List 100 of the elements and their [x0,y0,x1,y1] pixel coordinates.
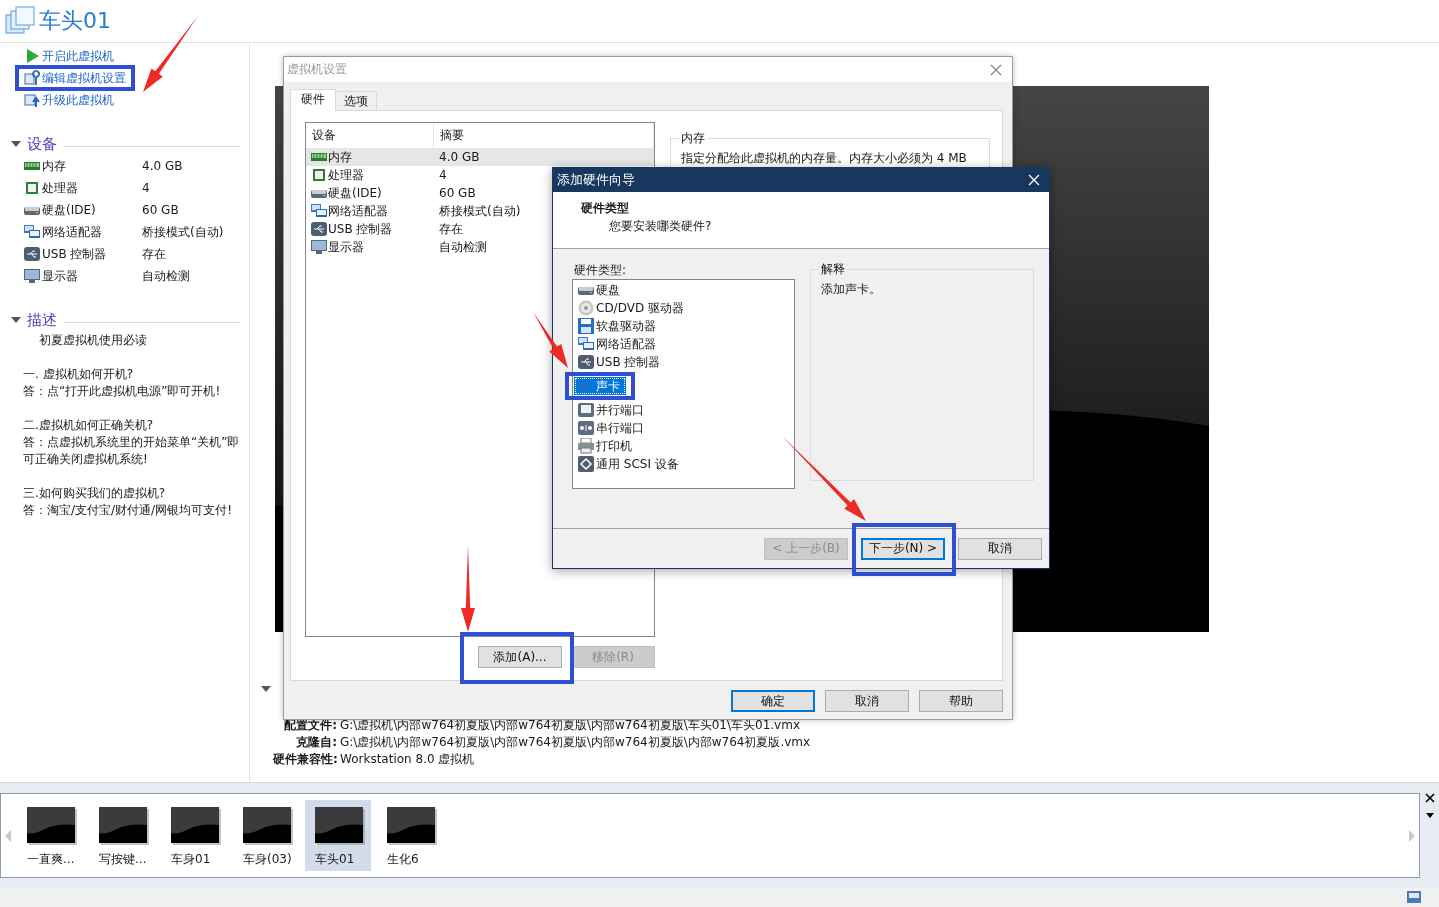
wrench-icon [24,70,40,86]
device-name: 网络适配器 [42,223,102,241]
device-value: 存在 [142,245,167,263]
expander-icon[interactable] [261,686,271,692]
vm-tab[interactable]: 车头01 [305,800,371,871]
device-value: 自动检测 [142,267,191,285]
device-name: USB 控制器 [328,220,393,238]
chip-icon [311,167,327,183]
device-summary: 60 GB [439,186,476,200]
vm-tab[interactable]: 一直爽... [17,800,83,871]
device-value: 60 GB [142,203,180,217]
monitor-icon [24,268,40,284]
device-name: 内存 [42,157,66,175]
device-summary: 4.0 GB [439,150,480,164]
button[interactable]: 取消 [958,537,1042,560]
device-name: 内存 [328,148,352,166]
vm-tab[interactable]: 写按键... [89,800,155,871]
vm-tab[interactable]: 车身01 [161,800,227,871]
usb-icon [24,246,40,262]
button[interactable]: 取消 [825,690,909,712]
chip-icon [24,180,40,196]
expander-icon[interactable] [11,141,21,147]
tab[interactable]: 选项 [335,91,377,110]
list-item[interactable]: CD/DVD 驱动器 [574,299,690,317]
list-item[interactable]: 网络适配器 [574,335,662,353]
device-name: 显示器 [328,238,364,256]
upgrade-icon [24,92,40,108]
vm-thumbnail [243,807,293,845]
vm-thumbnail [387,807,437,845]
dialog-title: 添加硬件向导 [557,171,635,189]
section-title: 描述 [27,310,57,330]
dialog-title: 虚拟机设置 [287,61,347,78]
button[interactable]: 确定 [731,690,815,712]
wizard-heading: 硬件类型 [581,200,630,216]
network-icon [311,203,327,219]
device-name: 显示器 [42,267,78,285]
vm-tab[interactable]: 生化6 [377,800,443,871]
description-caption: 初夏虚拟机使用必读 [38,332,148,349]
vm-thumbnail [171,807,221,845]
network-icon [578,336,594,352]
action-link[interactable]: 开启此虚拟机 [24,48,114,64]
group-text: 添加声卡。 [821,282,882,296]
expander-icon[interactable] [11,317,21,323]
network-icon [24,224,40,240]
tab[interactable]: 硬件 [290,89,336,111]
device-name: 硬盘(IDE) [328,184,382,202]
device-name: 处理器 [328,166,364,184]
floppy-icon [578,318,594,334]
dropdown-icon[interactable] [1425,813,1434,818]
message-log-icon[interactable] [1407,891,1421,903]
group-title: 内存 [680,130,706,147]
action-link[interactable]: 升级此虚拟机 [24,92,114,108]
button[interactable]: 帮助 [919,690,1003,712]
group-text: 指定分配给此虚拟机的内存量。内存大小必须为 4 MB [681,151,968,165]
list-item[interactable]: 打印机 [574,437,638,455]
device-value: 4.0 GB [142,159,184,173]
list-item[interactable]: USB 控制器 [574,353,667,371]
group-title: 解释 [820,261,846,278]
detail-label: 硬件兼容性: [273,751,337,768]
button[interactable]: 下一步(N) > [861,537,945,560]
button[interactable]: 添加(A)... [478,646,562,668]
annotation-arrow [533,312,568,368]
monitor-icon [311,239,327,255]
close-icon[interactable] [1424,793,1435,803]
faq-question: 三.如何购买我们的虚拟机? [23,485,167,502]
disc-icon [578,300,594,316]
wizard-subheading: 您要安装哪类硬件? [608,218,713,235]
faq-answer: 答：点“打开此虚拟机电源”即可开机! [23,383,222,400]
detail-value: G:\虚拟机\内部w764初夏版\内部w764初夏版\内部w764初夏版\车头01\车头01.vmx [340,717,801,734]
device-summary: 4 [439,168,447,182]
section-title: 设备 [27,134,57,154]
detail-label: 克隆自: [295,734,337,751]
list-item[interactable]: 串行端口 [574,419,650,437]
device-summary: 自动检测 [439,238,487,256]
scsi-icon [578,456,594,472]
faq-answer: 答：淘宝/支付宝/财付通/网银均可支付! [23,502,233,519]
vm-tab[interactable]: 车身(03) [233,800,299,871]
device-name: USB 控制器 [42,245,107,263]
action-link[interactable]: 编辑虚拟机设置 [24,70,126,86]
table-row[interactable]: 内存 4.0 GB [306,148,654,166]
device-name: 硬盘(IDE) [42,201,96,219]
list-item[interactable]: 并行端口 [574,401,650,419]
device-value: 4 [142,181,151,195]
faq-question: 一. 虚拟机如何开机? [23,366,134,383]
printer-icon [578,438,594,454]
device-value: 桥接模式(自动) [142,223,225,241]
list-item[interactable]: 软盘驱动器 [574,317,662,335]
vm-thumbnail [99,807,149,845]
device-name: 处理器 [42,179,78,197]
list-item[interactable]: 通用 SCSI 设备 [574,455,685,473]
list-item[interactable]: 声卡 [574,377,626,395]
detail-value: G:\虚拟机\内部w764初夏版\内部w764初夏版\内部w764初夏版\内部w764初夏版.vmx [340,734,811,751]
list-item[interactable]: 硬盘 [574,281,626,299]
vm-thumbnail [27,807,77,845]
detail-value: Workstation 8.0 虚拟机 [340,751,476,768]
play-icon [24,48,40,64]
faq-question: 二.虚拟机如何正确关机? [23,417,155,434]
usb-icon [311,221,327,237]
port-icon [578,402,594,418]
device-summary: 桥接模式(自动) [439,202,521,220]
